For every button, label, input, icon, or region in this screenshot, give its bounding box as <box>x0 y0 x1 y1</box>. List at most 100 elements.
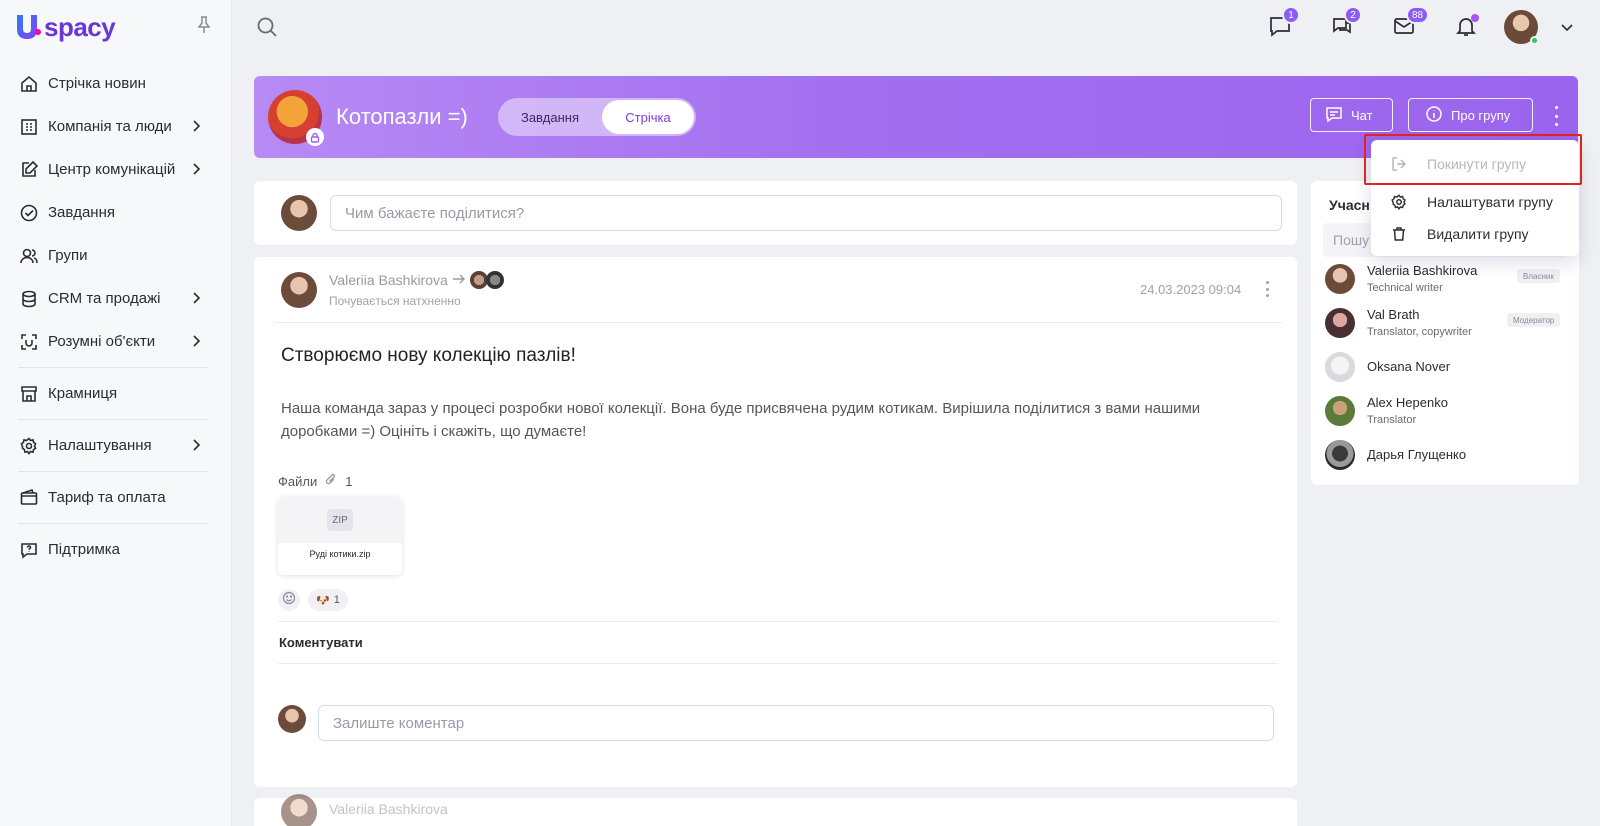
files-header: Файли 1 <box>278 473 352 490</box>
sidebar-nav: Стрічка новин Компанія та люди Центр ком… <box>0 62 232 571</box>
reaction-pill[interactable]: 🐶 1 <box>308 589 348 611</box>
sidebar-item-settings[interactable]: Налаштування <box>0 424 232 467</box>
post-title: Створюємо нову колекцію пазлів! <box>281 345 576 366</box>
member-role: Translator, copywriter <box>1367 326 1472 338</box>
tab-feed[interactable]: Стрічка <box>602 100 694 134</box>
author-avatar[interactable] <box>281 794 317 826</box>
recipient-avatar[interactable] <box>485 271 504 289</box>
divider <box>18 523 208 524</box>
messages-button[interactable]: 1 <box>1268 6 1300 42</box>
about-group-button[interactable]: Про групу <box>1408 98 1533 132</box>
post-composer: Чим бажаєте поділитися? <box>254 181 1297 245</box>
sidebar-item-news[interactable]: Стрічка новин <box>0 62 232 105</box>
chevron-right-icon <box>188 161 204 177</box>
message-icon <box>1268 17 1292 42</box>
help-icon <box>18 539 40 561</box>
arrow-right-icon <box>452 272 466 288</box>
mail-badge: 88 <box>1406 6 1430 24</box>
group-title: Котопазли =) <box>336 104 468 129</box>
member-item[interactable]: Alex Hepenko Translator <box>1325 393 1575 429</box>
highlight-box <box>1364 134 1582 185</box>
notifications-button[interactable] <box>1454 14 1480 40</box>
chevron-down-icon[interactable] <box>1560 20 1574 34</box>
reaction-count: 1 <box>333 594 340 606</box>
members-title: Учасн <box>1329 197 1370 213</box>
more-options-icon[interactable] <box>1548 106 1564 126</box>
file-attachment[interactable]: ZIP Руді котики.zip <box>278 497 402 575</box>
sidebar-item-label: Завдання <box>48 204 115 221</box>
database-icon <box>18 288 40 310</box>
lock-icon <box>306 128 324 146</box>
chat-button[interactable]: Чат <box>1310 98 1393 132</box>
gear-icon <box>1389 192 1409 212</box>
online-indicator <box>1530 36 1539 45</box>
divider <box>18 367 208 368</box>
member-item[interactable]: Oksana Nover <box>1325 349 1575 385</box>
divider <box>274 322 1282 323</box>
users-icon <box>18 245 40 267</box>
sidebar-item-support[interactable]: Підтримка <box>0 528 232 571</box>
post-card: Valeriia Bashkirova Почувається натхненн… <box>254 257 1297 787</box>
sidebar-item-label: Тариф та оплата <box>48 489 166 506</box>
pin-icon[interactable] <box>196 16 214 34</box>
sidebar-item-groups[interactable]: Групи <box>0 234 232 277</box>
member-item[interactable]: Valeriia Bashkirova Technical writer Вла… <box>1325 261 1575 297</box>
search-icon[interactable] <box>256 16 278 38</box>
member-avatar <box>1325 352 1355 382</box>
divider <box>278 663 1278 664</box>
post-author-line: Valeriia Bashkirova <box>329 271 504 289</box>
add-reaction-button[interactable] <box>278 589 300 611</box>
sidebar-item-label: CRM та продажі <box>48 290 161 307</box>
wallet-icon <box>18 487 40 509</box>
comment-button[interactable]: Коментувати <box>279 635 363 650</box>
sidebar-item-company[interactable]: Компанія та люди <box>0 105 232 148</box>
chat-icon <box>1325 105 1343 126</box>
tab-tasks[interactable]: Завдання <box>498 98 602 136</box>
sidebar-item-store[interactable]: Крамниця <box>0 372 232 415</box>
comment-input[interactable]: Залиште коментар <box>318 705 1274 741</box>
post-author[interactable]: Valeriia Bashkirova <box>329 801 448 817</box>
logo-icon <box>14 12 42 42</box>
logo-text: spacy <box>44 11 116 42</box>
role-badge: Власник <box>1517 269 1560 283</box>
author-avatar[interactable] <box>281 272 317 308</box>
sidebar-item-billing[interactable]: Тариф та оплата <box>0 476 232 519</box>
about-group-label: Про групу <box>1451 107 1511 123</box>
sidebar-item-label: Стрічка новин <box>48 75 146 92</box>
sidebar-item-label: Крамниця <box>48 385 118 402</box>
sidebar-item-tasks[interactable]: Завдання <box>0 191 232 234</box>
role-badge: Модератор <box>1507 313 1561 327</box>
chevron-right-icon <box>188 118 204 134</box>
sidebar-item-label: Підтримка <box>48 541 121 558</box>
file-name: Руді котики.zip <box>309 549 371 559</box>
sidebar-item-crm[interactable]: CRM та продажі <box>0 277 232 320</box>
chats-button[interactable]: 2 <box>1330 6 1362 40</box>
member-role: Technical writer <box>1367 282 1443 294</box>
chats-badge: 2 <box>1344 6 1362 24</box>
sidebar-item-communications[interactable]: Центр комунікацій <box>0 148 232 191</box>
member-item[interactable]: Дарья Глущенко <box>1325 437 1575 473</box>
member-name: Valeriia Bashkirova <box>1367 263 1478 278</box>
post-date: 24.03.2023 09:04 <box>1140 282 1242 297</box>
logo[interactable]: spacy <box>14 10 116 44</box>
avatar <box>278 705 306 733</box>
mail-button[interactable]: 88 <box>1392 6 1430 40</box>
post-card: Valeriia Bashkirova <box>254 794 1297 826</box>
paperclip-icon <box>325 473 337 490</box>
sidebar-item-label: Налаштування <box>48 437 152 454</box>
configure-group-item[interactable]: Налаштувати групу <box>1371 186 1579 218</box>
member-item[interactable]: Val Brath Translator, copywriter Модерат… <box>1325 305 1575 341</box>
post-more-icon[interactable] <box>1264 281 1270 297</box>
group-tabs: Завдання Стрічка <box>498 98 696 136</box>
chevron-right-icon <box>188 290 204 306</box>
chevron-right-icon <box>188 333 204 349</box>
divider <box>18 471 208 472</box>
topbar: 1 2 88 <box>232 0 1600 54</box>
post-author[interactable]: Valeriia Bashkirova <box>329 272 448 288</box>
info-icon <box>1425 105 1443 126</box>
store-icon <box>18 383 40 405</box>
composer-input[interactable]: Чим бажаєте поділитися? <box>330 195 1282 231</box>
files-label: Файли <box>278 474 318 489</box>
sidebar-item-smart-objects[interactable]: Розумні об'єкти <box>0 320 232 363</box>
delete-group-item[interactable]: Видалити групу <box>1371 218 1579 250</box>
